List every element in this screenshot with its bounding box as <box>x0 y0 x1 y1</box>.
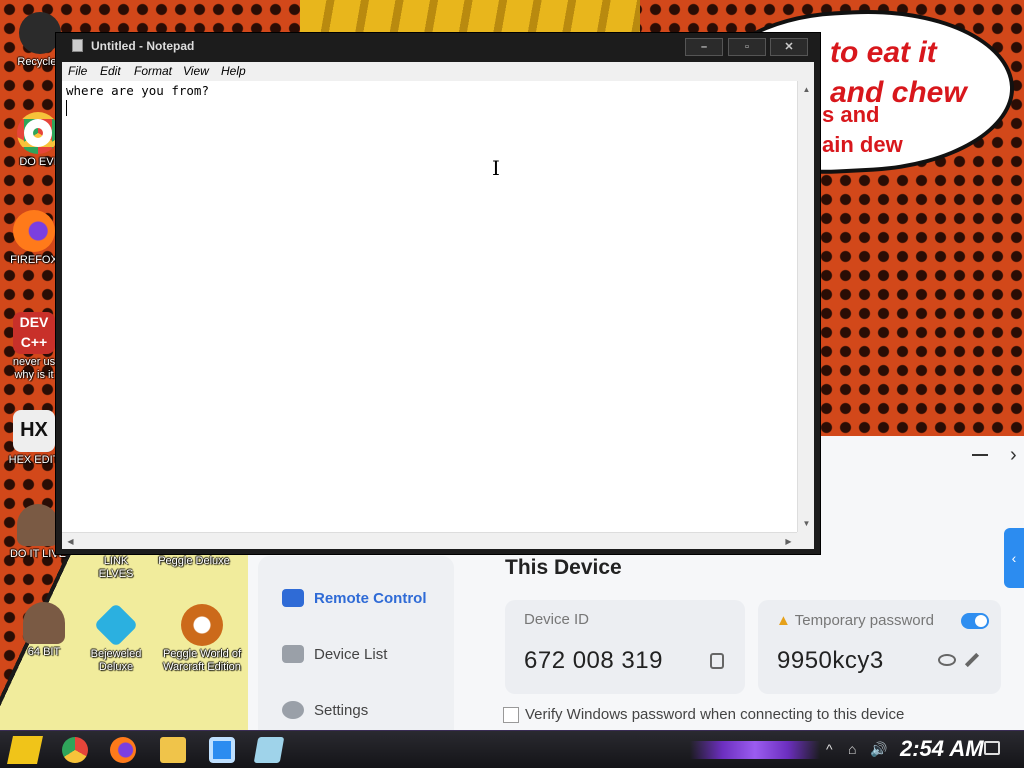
remote-window-controls: › <box>954 444 1024 474</box>
editor-content: where are you from? <box>66 83 209 98</box>
desktop-icon-link-elves[interactable]: LINK ELVES <box>76 555 156 581</box>
text-caret <box>66 100 67 116</box>
show-hidden-icons[interactable]: ^ <box>826 741 833 757</box>
device-id-card: Device ID 672 008 319 <box>505 600 745 694</box>
scroll-left-arrow[interactable]: ◀ <box>62 533 79 550</box>
collapse-panel-tab[interactable]: ‹ <box>1004 528 1024 588</box>
horizontal-scrollbar[interactable]: ◀ ▶ <box>62 532 797 549</box>
chrome-taskbar-icon[interactable] <box>62 737 88 763</box>
scroll-down-arrow[interactable]: ▼ <box>798 515 815 532</box>
desktop-icon-64-bit[interactable]: 64 BIT <box>4 602 84 659</box>
scroll-up-arrow[interactable]: ▲ <box>798 81 815 98</box>
close-button[interactable]: ✕ <box>770 38 808 56</box>
mouse-cursor-icon: I <box>492 156 500 180</box>
sidebar-item-settings[interactable]: Settings <box>282 697 368 723</box>
remote-close-button[interactable]: › <box>1010 444 1017 467</box>
menu-view[interactable]: View <box>183 64 209 78</box>
firefox-icon <box>13 210 55 252</box>
network-icon[interactable]: ⌂ <box>848 741 856 757</box>
device-list-icon <box>282 645 304 663</box>
edit-icon[interactable] <box>964 652 980 668</box>
password-label-row: ▲ Temporary password <box>776 612 934 629</box>
verify-password-row[interactable]: Verify Windows password when connecting … <box>503 706 904 723</box>
bubble-line-4: ain dew <box>822 132 903 157</box>
sidebar-item-label: Settings <box>314 701 369 719</box>
page-title: This Device <box>505 556 622 579</box>
menu-edit[interactable]: Edit <box>100 64 121 78</box>
sidebar-item-device-list[interactable]: Device List <box>282 641 387 667</box>
menu-file[interactable]: File <box>68 64 87 78</box>
desktop-icon-label: Peggle World of Warcraft Edition <box>162 648 242 673</box>
password-toggle[interactable] <box>961 613 989 629</box>
devcpp-icon: DEV C++ <box>13 312 55 354</box>
window-title: Untitled - Notepad <box>91 39 195 53</box>
chrome-icon <box>17 112 59 154</box>
notepad-icon <box>72 39 83 52</box>
firefox-taskbar-icon[interactable] <box>110 737 136 763</box>
gear-icon <box>282 701 304 719</box>
remote-app-taskbar-icon[interactable] <box>209 737 235 763</box>
desktop-icon-label: LINK ELVES <box>98 555 134 580</box>
portrait-64-icon <box>23 602 65 644</box>
taskbar: ^ ⌂ 🔊 2:54 AM <box>0 730 1024 768</box>
remote-control-icon <box>282 589 304 607</box>
peggle-wow-icon <box>181 604 223 646</box>
desktop-icon-bejeweled[interactable]: Bejeweled Deluxe <box>76 602 156 674</box>
notepad-window: Untitled - Notepad – ▫ ✕ File Edit Forma… <box>55 32 821 555</box>
taskbar-clock[interactable]: 2:54 AM <box>900 736 984 762</box>
copy-icon[interactable] <box>710 653 724 669</box>
remote-sidebar: Remote Control Device List Settings <box>258 556 454 732</box>
taskbar-decoration <box>690 741 820 759</box>
notepad-titlebar[interactable]: Untitled - Notepad – ▫ ✕ <box>56 33 820 60</box>
verify-password-label: Verify Windows password when connecting … <box>525 706 905 723</box>
bejeweled-icon <box>93 602 139 648</box>
temporary-password-card: ▲ Temporary password 9950kcy3 <box>758 600 1001 694</box>
sidebar-item-label: Remote Control <box>314 589 427 607</box>
scroll-right-arrow[interactable]: ▶ <box>780 533 797 550</box>
maximize-button[interactable]: ▫ <box>728 38 766 56</box>
file-explorer-icon[interactable] <box>160 737 186 763</box>
hxd-icon: HX <box>13 410 55 452</box>
volume-icon[interactable]: 🔊 <box>870 741 887 758</box>
desktop-icon-label: Bejeweled Deluxe <box>90 648 142 673</box>
password-label: Temporary password <box>794 612 934 629</box>
menu-bar: File Edit Format View Help <box>62 62 814 81</box>
bubble-line-3: s and <box>822 102 880 127</box>
remote-minimize-button[interactable] <box>972 454 988 456</box>
minimize-button[interactable]: – <box>685 38 723 56</box>
menu-help[interactable]: Help <box>221 64 246 78</box>
start-button[interactable] <box>7 736 43 764</box>
desktop-icon-label: Peggle Deluxe <box>158 555 230 567</box>
text-editor[interactable]: where are you from? ▲ ▼ ◀ ▶ <box>62 81 814 549</box>
desktop-icon-peggle-wow[interactable]: Peggle World of Warcraft Edition <box>154 604 250 674</box>
device-id-value: 672 008 319 <box>524 647 663 674</box>
desktop-icon-label: 64 BIT <box>27 646 61 658</box>
notepad-taskbar-icon[interactable] <box>253 737 285 763</box>
portrait-icon <box>17 504 59 546</box>
notification-icon[interactable] <box>984 741 1000 755</box>
password-value: 9950kcy3 <box>777 647 884 674</box>
device-id-label: Device ID <box>524 611 590 628</box>
warning-icon: ▲ <box>776 612 791 629</box>
sidebar-item-remote-control[interactable]: Remote Control <box>282 585 427 611</box>
desktop-icon-peggle-deluxe[interactable]: Peggle Deluxe <box>154 555 234 568</box>
sidebar-item-label: Device List <box>314 645 388 663</box>
vertical-scrollbar[interactable]: ▲ ▼ <box>797 81 814 532</box>
eye-icon[interactable] <box>938 654 956 666</box>
bubble-line-1: to eat it <box>830 36 937 69</box>
menu-format[interactable]: Format <box>134 64 172 78</box>
resize-grip[interactable] <box>797 532 814 549</box>
verify-password-checkbox[interactable] <box>503 706 519 723</box>
